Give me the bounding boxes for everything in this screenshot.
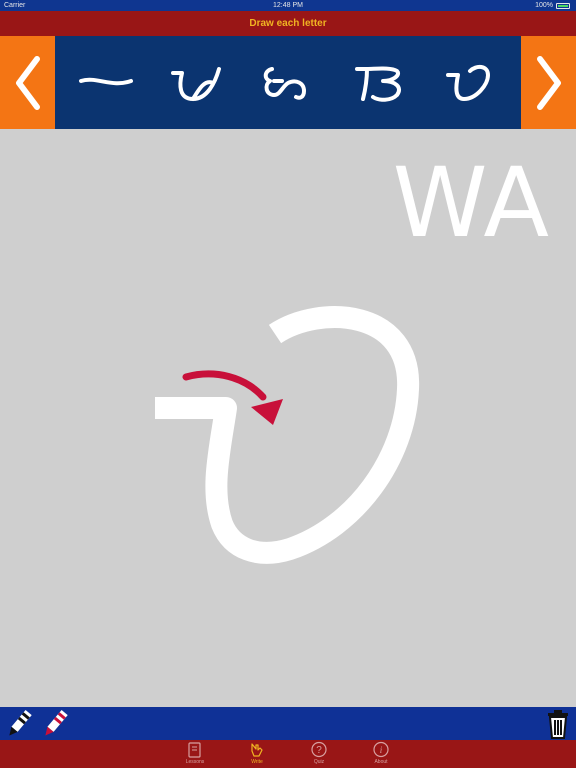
info-icon: i: [373, 741, 389, 758]
drawing-canvas[interactable]: WA: [0, 129, 576, 707]
tab-lessons-label: Lessons: [185, 759, 205, 765]
battery-icon: [556, 2, 570, 9]
letter-ka[interactable]: [258, 53, 318, 113]
tab-about-label: About: [374, 759, 388, 765]
eraser-button[interactable]: [40, 707, 70, 740]
battery-percent: 100%: [535, 2, 553, 9]
letter-da[interactable]: [349, 53, 409, 113]
tab-quiz[interactable]: ? Quiz: [299, 740, 339, 768]
question-icon: ?: [311, 741, 327, 758]
trash-icon: [548, 709, 568, 739]
eraser-icon: [45, 709, 68, 735]
next-letter-button[interactable]: [521, 36, 576, 129]
baybayin-ba-icon: [171, 66, 222, 101]
letter-carousel: [0, 36, 576, 129]
svg-text:?: ?: [316, 745, 322, 756]
prev-letter-button[interactable]: [0, 36, 55, 129]
status-bar: Carrier 12:48 PM 100%: [0, 0, 576, 11]
tab-write-label: Write: [251, 759, 263, 765]
baybayin-wa-guide: [155, 306, 420, 564]
arrow-head-icon: [251, 399, 283, 425]
letter-stroke-guide: [155, 306, 420, 564]
pen-button[interactable]: [4, 707, 34, 740]
tab-lessons[interactable]: Lessons: [175, 740, 215, 768]
letter-wa[interactable]: [440, 53, 500, 113]
clear-button[interactable]: [544, 707, 572, 740]
battery-indicator: 100%: [535, 0, 570, 11]
baybayin-da-icon: [354, 66, 401, 102]
tab-bar: Lessons Write ? Quiz i About: [0, 740, 576, 768]
hand-draw-icon: [251, 743, 263, 757]
letter-a[interactable]: [76, 53, 136, 113]
stroke-direction-arrow: [182, 370, 267, 401]
status-time: 12:48 PM: [273, 2, 303, 9]
pen-icon: [9, 709, 32, 735]
baybayin-wa-icon: [445, 64, 490, 101]
chevron-left-icon: [15, 55, 40, 110]
tab-quiz-label: Quiz: [313, 759, 325, 765]
baybayin-ka-icon: [263, 66, 306, 100]
tab-about[interactable]: i About: [361, 740, 401, 768]
chevron-right-icon: [536, 55, 561, 110]
baybayin-a-icon: [79, 77, 134, 85]
book-icon: [188, 742, 201, 758]
svg-text:i: i: [380, 745, 383, 755]
tab-write[interactable]: Write: [237, 740, 277, 768]
letter-ba[interactable]: [167, 53, 227, 113]
tool-bar: [0, 707, 576, 740]
header-title: Draw each letter: [0, 11, 576, 36]
